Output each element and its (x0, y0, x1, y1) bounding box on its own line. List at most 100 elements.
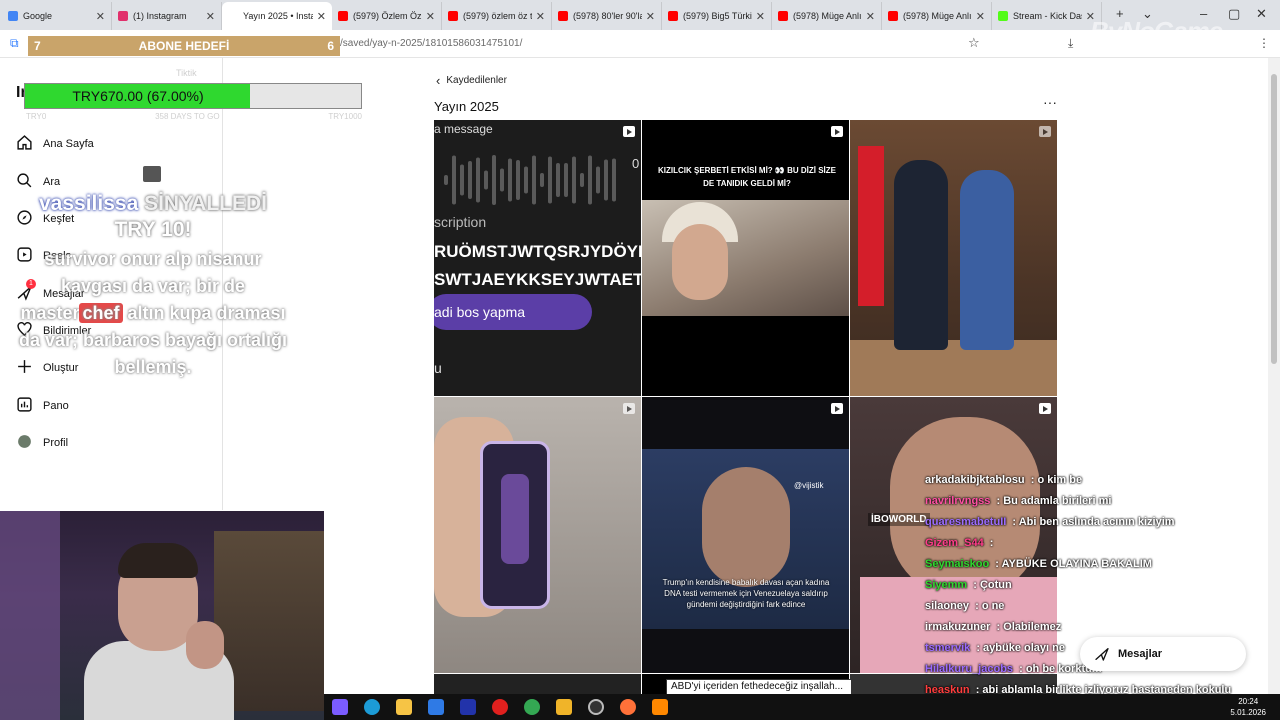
chrome-icon[interactable] (524, 699, 540, 715)
post-tile[interactable]: a message 0 scription RUÖMSTJWTQSRJYDÖYI… (434, 120, 641, 396)
alert-user: vassilissa (38, 192, 139, 215)
tab-title: Stream - Kick Dashb (1013, 11, 1082, 21)
chat-message: arkadakibjktablosu : o kim be (925, 474, 1083, 486)
browser-tab[interactable]: (5979) Big5 Türkiye | ✕ (662, 2, 772, 30)
tab-title: (5978) Müge Anlı ile (903, 11, 972, 21)
reel-icon (1039, 403, 1051, 414)
chat-message: silaoney : o ne (925, 600, 1005, 612)
tab-title: (5979) Big5 Türkiye | (683, 11, 752, 21)
browser-tab[interactable]: Yayın 2025 • Instagram ✕ (222, 2, 332, 30)
messages-button[interactable]: Mesajlar (1080, 637, 1246, 671)
favicon-icon (888, 11, 898, 21)
chat-message: quaresmabetuII : Abi ben aslında acının … (925, 516, 1175, 528)
favicon-icon (778, 11, 788, 21)
post-tile[interactable] (850, 120, 1057, 396)
chat-message: Seymaiskoo : AYBÜKE OLAYINA BAKALIM (925, 558, 1152, 570)
tab-title: Google (23, 11, 53, 21)
tab-close-icon[interactable]: ✕ (646, 10, 655, 23)
browser-tab[interactable]: (5979) Özlem Öz ve ✕ (332, 2, 442, 30)
chat-text: o ne (981, 600, 1005, 612)
post-caption: KIZILCIK ŞERBETİ ETKİSİ Mİ? 👀 BU DİZİ Sİ… (658, 166, 836, 188)
share-icon[interactable]: ⧉ (10, 36, 19, 51)
chat-message: Siyemm : Çotun (925, 579, 1012, 591)
tab-close-icon[interactable]: ✕ (426, 10, 435, 23)
opera-icon[interactable] (492, 699, 508, 715)
chat-text: o kim be (1037, 474, 1083, 486)
download-icon[interactable]: ⤓ (1068, 36, 1073, 51)
goal-end: TRY1000 (328, 112, 362, 121)
browser-tab[interactable]: Google ✕ (2, 2, 112, 30)
browser-tab[interactable]: (5979) özlem öz tita ✕ (442, 2, 552, 30)
chat-username: silaoney (925, 600, 970, 612)
menu-icon[interactable]: ⋮ (1258, 36, 1270, 50)
tab-close-icon[interactable]: ✕ (866, 10, 875, 23)
url-field[interactable]: /saved/yay-n-2025/18101586031475101/ (340, 38, 522, 49)
mail-icon[interactable] (428, 699, 444, 715)
sidebar-item-label: Ara (43, 176, 61, 188)
stream-chat-overlay: arkadakibjktablosu : o kim be navrilrvngs… (925, 474, 1255, 726)
browser-tab[interactable]: (5978) Müge Anlı ile ✕ (882, 2, 992, 30)
browser-tab[interactable]: (5978) Müge Anlı ile ✕ (772, 2, 882, 30)
obs-icon[interactable] (588, 699, 604, 715)
post-tile[interactable]: KIZILCIK ŞERBETİ ETKİSİ Mİ? 👀 BU DİZİ Sİ… (642, 120, 849, 396)
chat-username: Gizem_S44 (925, 537, 984, 549)
more-options-icon[interactable]: ··· (1043, 94, 1057, 110)
chat-username: Siyemm (925, 579, 968, 591)
vlc-icon[interactable] (652, 699, 668, 715)
bookmark-star-icon[interactable]: ☆ (968, 35, 980, 51)
page-scrollbar[interactable] (1268, 58, 1280, 694)
chat-username: arkadakibjktablosu (925, 474, 1025, 486)
goal-days-left: 358 DAYS TO GO (155, 112, 220, 121)
goal-current: 7 (34, 39, 41, 53)
post-tile[interactable] (434, 674, 641, 696)
chat-message: navrilrvngss : Bu adamla birileri mi (925, 495, 1112, 507)
dashboard-icon (17, 397, 32, 412)
chat-username: Hilalkuru_jacobs (925, 663, 1014, 675)
chevron-left-icon: ‹ (436, 73, 441, 88)
browser-tab[interactable]: (1) Instagram ✕ (112, 2, 222, 30)
sidebar-item-ana-sayfa[interactable]: Ana Sayfa (16, 134, 94, 154)
donation-goal-amount: TRY670.00 (67.00%) (72, 88, 204, 104)
browser-tab-bar: Google✕(1) Instagram✕Yayın 2025 • Instag… (0, 0, 1280, 30)
tab-title: Yayın 2025 • Instagram (243, 11, 313, 21)
sidebar-item-pano[interactable]: Pano (16, 396, 69, 416)
favicon-icon (338, 11, 348, 21)
donation-goal-footer: TRY0 358 DAYS TO GO TRY1000 (26, 112, 362, 121)
donation-goal-label: Tiktik (176, 68, 197, 78)
post-tile[interactable] (434, 397, 641, 673)
maximize-button[interactable]: ▢ (1228, 6, 1240, 22)
home-icon (17, 135, 32, 150)
browser-tab[interactable]: Stream - Kick Dashb✕ (992, 2, 1102, 30)
back-to-saved-link[interactable]: ‹ Kaydedilenler (436, 73, 507, 88)
sidebar-item-label: Pano (43, 400, 69, 412)
chat-username: quaresmabetuII (925, 516, 1007, 528)
explorer-icon[interactable] (396, 699, 412, 715)
tab-close-icon[interactable]: ✕ (536, 10, 545, 23)
alert-image (143, 166, 161, 182)
reel-icon (831, 126, 843, 137)
close-window-button[interactable]: ✕ (1256, 6, 1267, 22)
post-tile[interactable]: @vijistik Trump'ın kendisine babalık dav… (642, 397, 849, 673)
tab-close-icon[interactable]: ✕ (206, 10, 215, 23)
app-icon[interactable] (460, 699, 476, 715)
tab-title: (5978) Müge Anlı ile (793, 11, 862, 21)
tab-close-icon[interactable]: ✕ (317, 10, 326, 23)
sidebar-item-profil[interactable]: Profil (16, 433, 68, 453)
sidebar-item-ara[interactable]: Ara (16, 172, 60, 192)
folder-icon[interactable] (556, 699, 572, 715)
goal-target: 6 (327, 39, 334, 53)
webcam-feed (0, 511, 324, 720)
alert-message: survivor onur alp nisanur kavgası da var… (18, 249, 288, 377)
edge-icon[interactable] (364, 699, 380, 715)
browser-tab[interactable]: (5978) 80'ler 90'lar 2 ✕ (552, 2, 662, 30)
tab-close-icon[interactable]: ✕ (96, 10, 105, 23)
firefox-icon[interactable] (620, 699, 636, 715)
tab-close-icon[interactable]: ✕ (976, 10, 985, 23)
copilot-icon[interactable] (332, 699, 348, 715)
system-clock[interactable]: 20:24 5.01.2026 (1230, 696, 1266, 718)
chat-text: Bu adamla birileri mi (1003, 495, 1112, 507)
alert-action: SİNYALLEDİ (144, 192, 268, 215)
favicon-icon (118, 11, 128, 21)
tab-close-icon[interactable]: ✕ (756, 10, 765, 23)
chat-username: Seymaiskoo (925, 558, 990, 570)
